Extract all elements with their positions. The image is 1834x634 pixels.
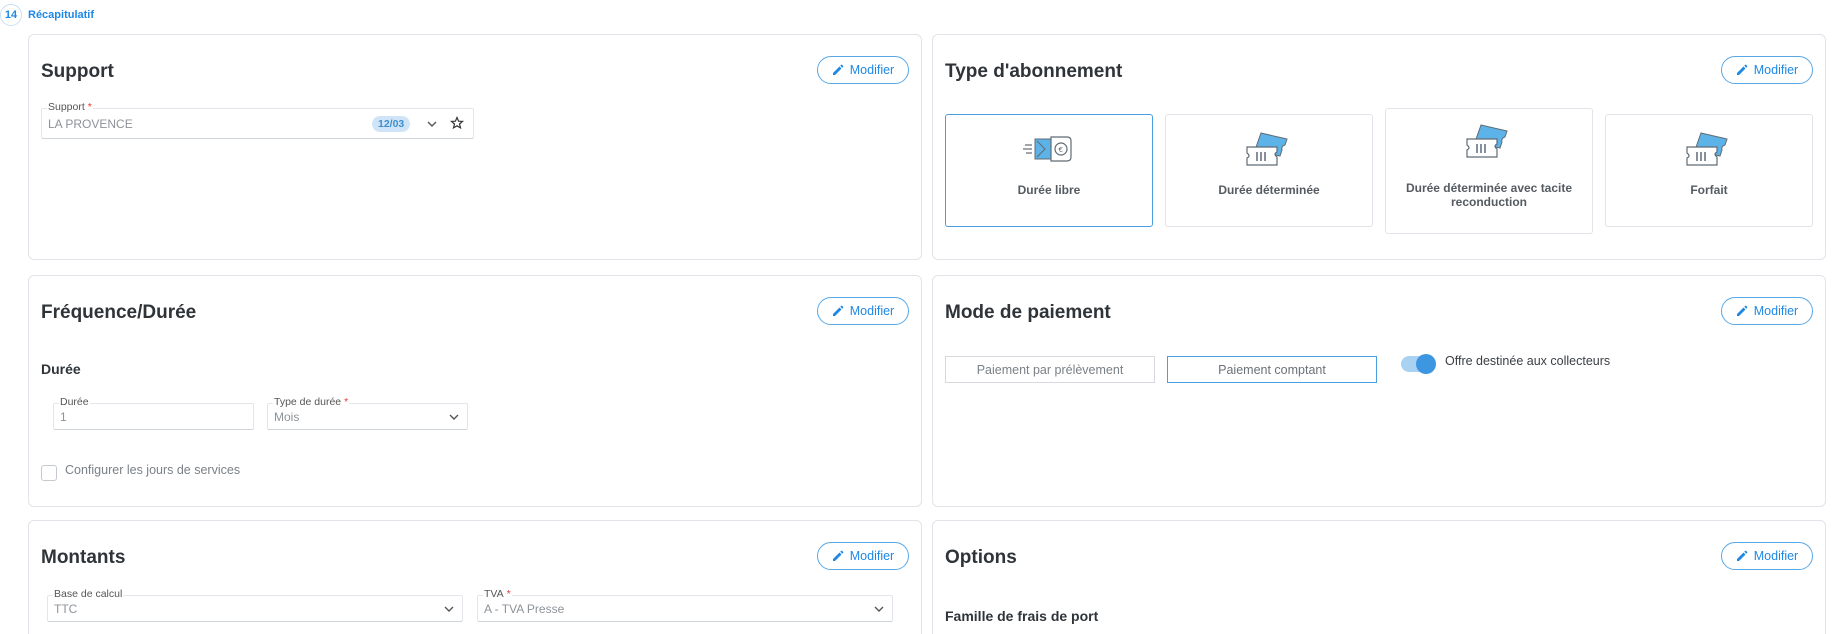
tva-select[interactable]: TVA * A - TVA Presse — [477, 588, 893, 622]
paiement-comptant-button[interactable]: Paiement comptant — [1167, 356, 1377, 383]
modifier-label: Modifier — [849, 304, 895, 318]
tva-field-label: TVA * — [483, 588, 512, 600]
tile-label: Durée libre — [1017, 183, 1081, 197]
card-title: Type d'abonnement — [945, 61, 1123, 82]
support-field-label: Support * — [47, 101, 93, 113]
tickets-icon — [1246, 132, 1288, 166]
tile-label: Durée déterminée — [1218, 183, 1320, 197]
type-duree-field-label: Type de durée * — [273, 396, 350, 408]
paiement-card: Mode de paiement Modifier Paiement par p… — [932, 275, 1826, 507]
modifier-label: Modifier — [1753, 304, 1799, 318]
tile-label: Forfait — [1690, 183, 1728, 197]
section-subtitle: Famille de frais de port — [945, 608, 1099, 624]
svg-text:€: € — [1059, 146, 1063, 154]
base-calcul-value: TTC — [54, 602, 78, 616]
step-title: Récapitulatif — [28, 9, 95, 21]
modifier-label: Modifier — [849, 549, 895, 563]
base-calcul-select[interactable]: Base de calcul TTC — [47, 588, 463, 622]
paiement-prelevement-button[interactable]: Paiement par prélèvement — [945, 356, 1155, 383]
checkbox-label: Configurer les jours de services — [65, 463, 241, 477]
modifier-button[interactable]: Modifier — [1721, 297, 1813, 325]
tile-label: Durée déterminée avec tacite reconductio… — [1405, 181, 1573, 209]
collecteurs-toggle[interactable] — [1401, 354, 1436, 374]
modifier-label: Modifier — [1753, 549, 1799, 563]
step-number: 14 — [0, 4, 22, 26]
tickets-icon — [1686, 132, 1728, 166]
abonnement-card: Type d'abonnement Modifier € Durée libre… — [932, 34, 1826, 260]
modifier-label: Modifier — [1753, 63, 1799, 77]
card-title: Montants — [41, 547, 126, 568]
base-calcul-field-label: Base de calcul — [53, 588, 124, 600]
modifier-button[interactable]: Modifier — [817, 297, 909, 325]
tva-value: A - TVA Presse — [484, 602, 565, 616]
pencil-icon — [832, 305, 844, 316]
support-value: LA PROVENCE — [48, 117, 133, 131]
pencil-icon — [832, 64, 844, 75]
frequence-card: Fréquence/Durée Modifier Durée Durée 1 T… — [28, 275, 922, 507]
support-card: Support Modifier Support * LA PROVENCE 12… — [28, 34, 922, 260]
pencil-icon — [832, 550, 844, 561]
chevron-down-icon[interactable] — [425, 117, 439, 131]
toggle-label: Offre destinée aux collecteurs — [1445, 354, 1611, 368]
tile-duree-determinee[interactable]: Durée déterminée — [1165, 114, 1373, 227]
pencil-icon — [1736, 550, 1748, 561]
jours-services-checkbox[interactable] — [41, 465, 57, 481]
date-badge: 12/03 — [372, 116, 411, 132]
wallet-icon: € — [1023, 136, 1072, 162]
support-select[interactable]: Support * LA PROVENCE 12/03 — [41, 101, 474, 139]
card-title: Options — [945, 547, 1017, 568]
card-title: Fréquence/Durée — [41, 302, 197, 323]
tile-forfait[interactable]: Forfait — [1605, 114, 1813, 227]
duree-field-label: Durée — [59, 396, 90, 408]
modifier-button[interactable]: Modifier — [817, 542, 909, 570]
card-title: Mode de paiement — [945, 302, 1111, 323]
tickets-icon — [1466, 124, 1508, 158]
tile-duree-determinee-tacite[interactable]: Durée déterminée avec tacite reconductio… — [1385, 108, 1593, 234]
pencil-icon — [1736, 64, 1748, 75]
chevron-down-icon[interactable] — [442, 602, 456, 616]
duree-input[interactable]: Durée 1 — [53, 396, 254, 430]
chevron-down-icon[interactable] — [872, 602, 886, 616]
star-icon[interactable] — [450, 116, 464, 130]
tile-duree-libre[interactable]: € Durée libre — [945, 114, 1153, 227]
modifier-label: Modifier — [849, 63, 895, 77]
card-title: Support — [41, 61, 114, 82]
pencil-icon — [1736, 305, 1748, 316]
modifier-button[interactable]: Modifier — [817, 56, 909, 84]
type-duree-select[interactable]: Type de durée * Mois — [267, 396, 468, 430]
type-duree-value: Mois — [274, 410, 300, 424]
step-header: 14 Récapitulatif — [0, 3, 94, 27]
options-card: Options Modifier Famille de frais de por… — [932, 520, 1826, 634]
section-subtitle: Durée — [41, 361, 81, 377]
chevron-down-icon[interactable] — [447, 410, 461, 424]
modifier-button[interactable]: Modifier — [1721, 542, 1813, 570]
montants-card: Montants Modifier Base de calcul TTC TVA… — [28, 520, 922, 634]
modifier-button[interactable]: Modifier — [1721, 56, 1813, 84]
duree-value: 1 — [60, 410, 67, 424]
